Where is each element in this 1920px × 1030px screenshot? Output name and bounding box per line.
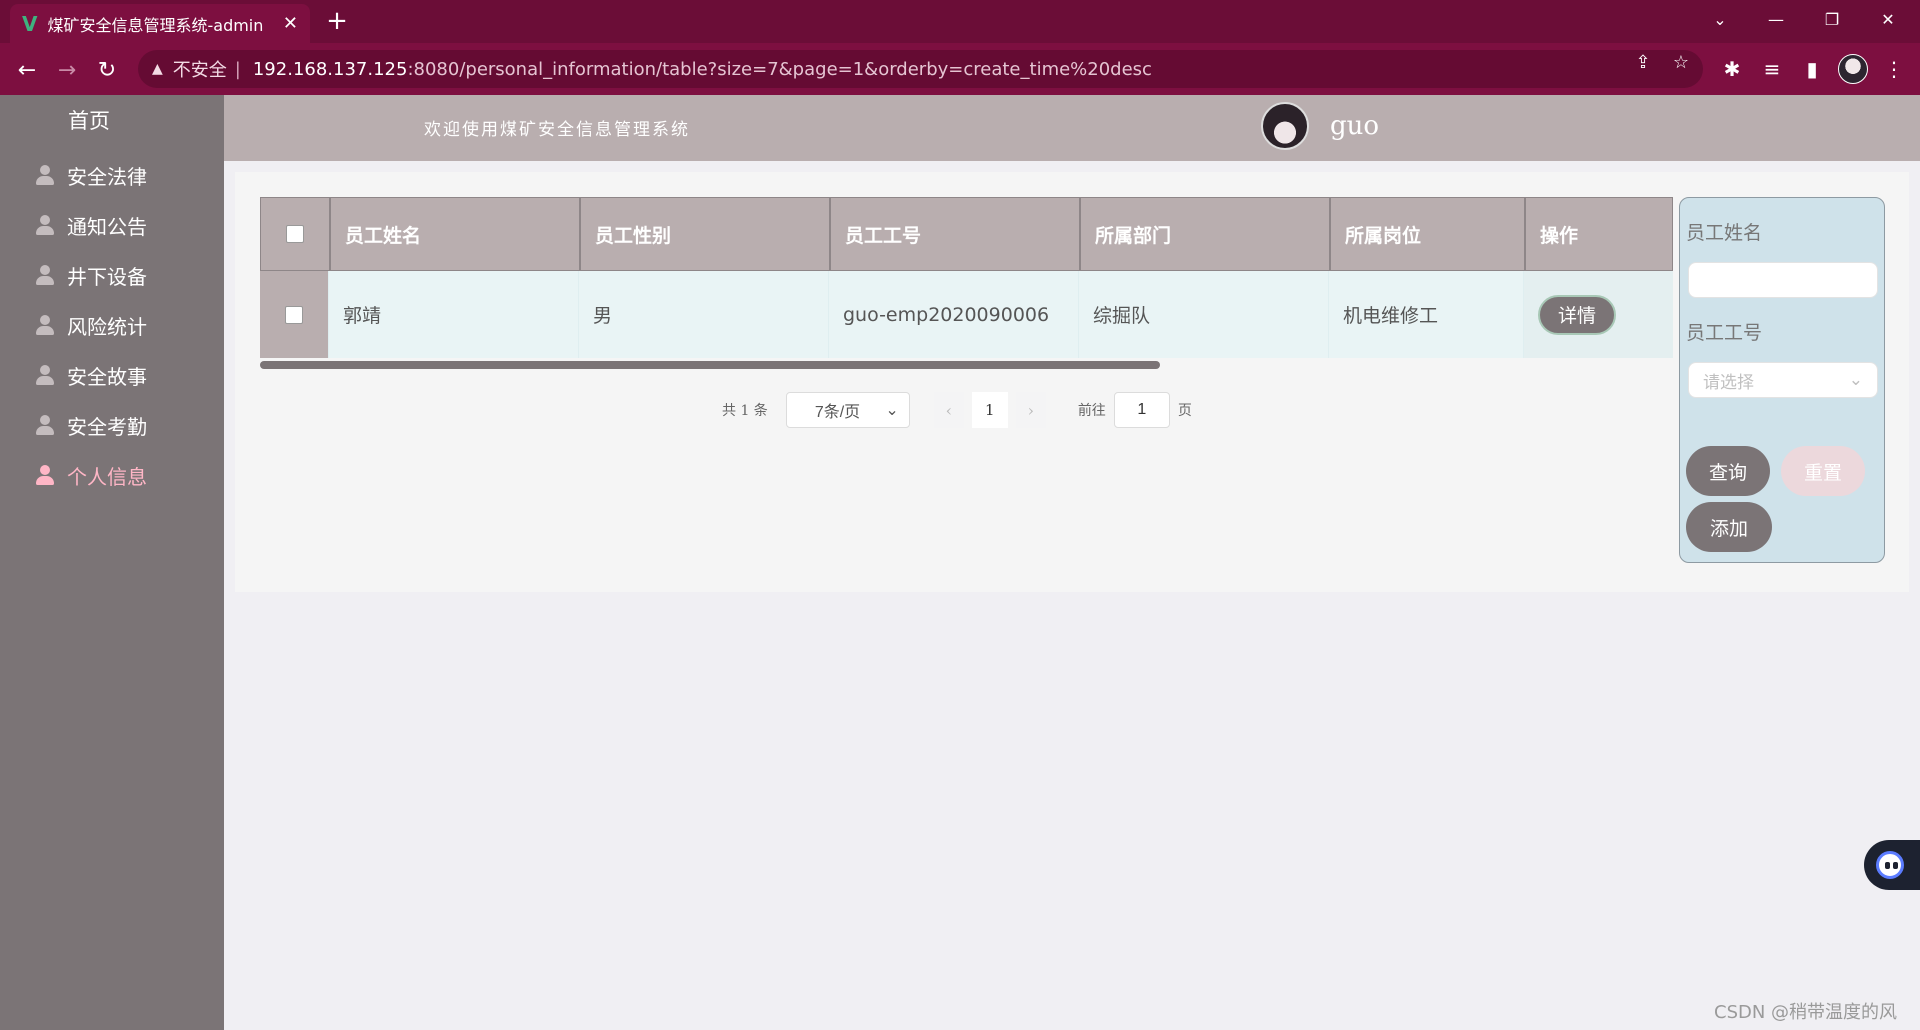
row-checkbox[interactable] [285,305,303,324]
table-header: 员工姓名 员工性别 员工工号 所属部门 所属岗位 操作 [260,197,1673,271]
column-header-position[interactable]: 所属岗位 [1329,198,1524,270]
user-icon [35,364,55,386]
user-icon [35,414,55,436]
next-page-button[interactable]: › [1015,392,1046,428]
row-select-cell [260,271,328,358]
browser-nav-bar: ← → ↻ ▲ 不安全 | 192.168.137.125 :8080/pers… [0,43,1920,95]
page-suffix: 页 [1177,403,1192,419]
sidebar-item-label: 安全法律 [67,164,147,189]
sidebar-item-personal-info[interactable]: 个人信息 [35,455,147,495]
cell-emp-id: guo-emp2020090006 [828,271,1078,358]
pagination: 共 1 条 7条/页 ⌄ ‹ 1 › 前往 1 页 [722,392,1192,428]
url-path: :8080/personal_information/table?size=7&… [407,58,1152,80]
browser-tab-bar: V 煤矿安全信息管理系统-admin ✕ + ⌄ — ❐ ✕ [0,0,1920,43]
user-icon [35,314,55,336]
share-icon[interactable]: ⇪ [1632,51,1654,73]
user-icon [35,264,55,286]
cell-name: 郭靖 [328,271,578,358]
extensions-icon[interactable]: ✱ [1716,53,1748,85]
name-filter-label: 员工姓名 [1686,222,1763,244]
reset-button[interactable]: 重置 [1781,446,1865,496]
user-icon [35,464,55,486]
robot-face-icon [1876,851,1904,879]
prev-page-button[interactable]: ‹ [933,392,964,428]
menu-kebab-icon[interactable]: ⋮ [1878,53,1910,85]
sidebar-item-safety-law[interactable]: 安全法律 [35,155,147,195]
close-window-icon[interactable]: ✕ [1860,0,1916,38]
goto-page-input[interactable]: 1 [1113,392,1170,428]
url-host: 192.168.137.125 [252,58,408,80]
app-header: 欢迎使用煤矿安全信息管理系统 guo [224,95,1920,161]
name-filter-input[interactable] [1688,262,1878,298]
page-number[interactable]: 1 [971,392,1008,428]
sidebar-item-home[interactable]: 首页 [68,105,110,135]
employee-table: 员工姓名 员工性别 员工工号 所属部门 所属岗位 操作 郭靖 男 guo-emp… [260,197,1673,369]
url-separator: | [234,58,241,80]
sidebar-item-label: 个人信息 [67,464,147,489]
user-avatar[interactable] [1261,102,1309,150]
cell-department: 综掘队 [1078,271,1328,358]
welcome-text: 欢迎使用煤矿安全信息管理系统 [424,120,690,140]
query-button[interactable]: 查询 [1686,446,1770,496]
sidebar-item-label: 安全考勤 [67,414,147,439]
media-control-icon[interactable]: ≡ [1756,53,1788,85]
sidebar-item-attendance[interactable]: 安全考勤 [35,405,147,445]
goto-label: 前往 [1077,403,1106,419]
horizontal-scrollbar[interactable] [260,361,1160,369]
page-size-value: 7条/页 [814,404,861,421]
address-bar[interactable]: ▲ 不安全 | 192.168.137.125 :8080/personal_i… [138,50,1703,88]
profile-avatar[interactable] [1838,54,1868,84]
detail-button[interactable]: 详情 [1538,294,1616,335]
select-all-cell [261,198,329,270]
tab-search-icon[interactable]: ⌄ [1692,0,1748,38]
search-panel: 员工姓名 员工工号 请选择 ⌄ 查询 重置 添加 [1679,197,1885,563]
id-filter-placeholder: 请选择 [1703,372,1754,393]
cell-position: 机电维修工 [1328,271,1523,358]
insecure-label: 不安全 [172,60,227,81]
warning-icon: ▲ [152,61,163,77]
tab-close-icon[interactable]: ✕ [283,13,298,34]
id-filter-select[interactable]: 请选择 ⌄ [1688,362,1878,398]
reload-icon[interactable]: ↻ [90,53,124,87]
username: guo [1330,111,1380,141]
select-all-checkbox[interactable] [286,225,304,243]
sidebar-item-label: 安全故事 [67,364,147,389]
browser-tab[interactable]: V 煤矿安全信息管理系统-admin ✕ [10,4,310,43]
column-header-gender[interactable]: 员工性别 [579,198,829,270]
tab-title: 煤矿安全信息管理系统-admin [47,15,264,35]
add-button[interactable]: 添加 [1686,502,1772,552]
sidebar-item-underground-equipment[interactable]: 井下设备 [35,255,147,295]
forward-icon[interactable]: → [50,53,84,87]
minimize-icon[interactable]: — [1748,0,1804,38]
id-filter-label: 员工工号 [1686,322,1763,344]
column-header-department[interactable]: 所属部门 [1079,198,1329,270]
cell-actions: 详情 [1523,271,1673,358]
new-tab-button[interactable]: + [322,6,352,36]
pagination-total: 共 1 条 [722,403,768,419]
sidebar-item-label: 风险统计 [67,314,147,339]
vue-logo-icon: V [22,11,38,36]
back-icon[interactable]: ← [10,53,44,87]
csdn-watermark: CSDN @稍带温度的风 [1714,1002,1898,1023]
chevron-down-icon: ⌄ [885,402,899,419]
user-icon [35,214,55,236]
chevron-down-icon: ⌄ [1848,370,1863,390]
sidebar-item-label: 通知公告 [67,214,147,239]
cell-gender: 男 [578,271,828,358]
side-panel-icon[interactable]: ▮ [1796,53,1828,85]
table-row: 郭靖 男 guo-emp2020090006 综掘队 机电维修工 详情 [260,271,1673,358]
user-icon [35,164,55,186]
page-size-select[interactable]: 7条/页 ⌄ [785,392,910,428]
floating-assistant-button[interactable] [1864,840,1920,890]
restore-icon[interactable]: ❐ [1804,0,1860,38]
sidebar-item-safety-stories[interactable]: 安全故事 [35,355,147,395]
column-header-emp-id[interactable]: 员工工号 [829,198,1079,270]
sidebar-item-label: 井下设备 [67,264,147,289]
column-header-name[interactable]: 员工姓名 [329,198,579,270]
column-header-actions: 操作 [1524,198,1674,270]
sidebar-item-notice[interactable]: 通知公告 [35,205,147,245]
sidebar-item-risk-stats[interactable]: 风险统计 [35,305,147,345]
bookmark-star-icon[interactable]: ☆ [1670,51,1692,73]
